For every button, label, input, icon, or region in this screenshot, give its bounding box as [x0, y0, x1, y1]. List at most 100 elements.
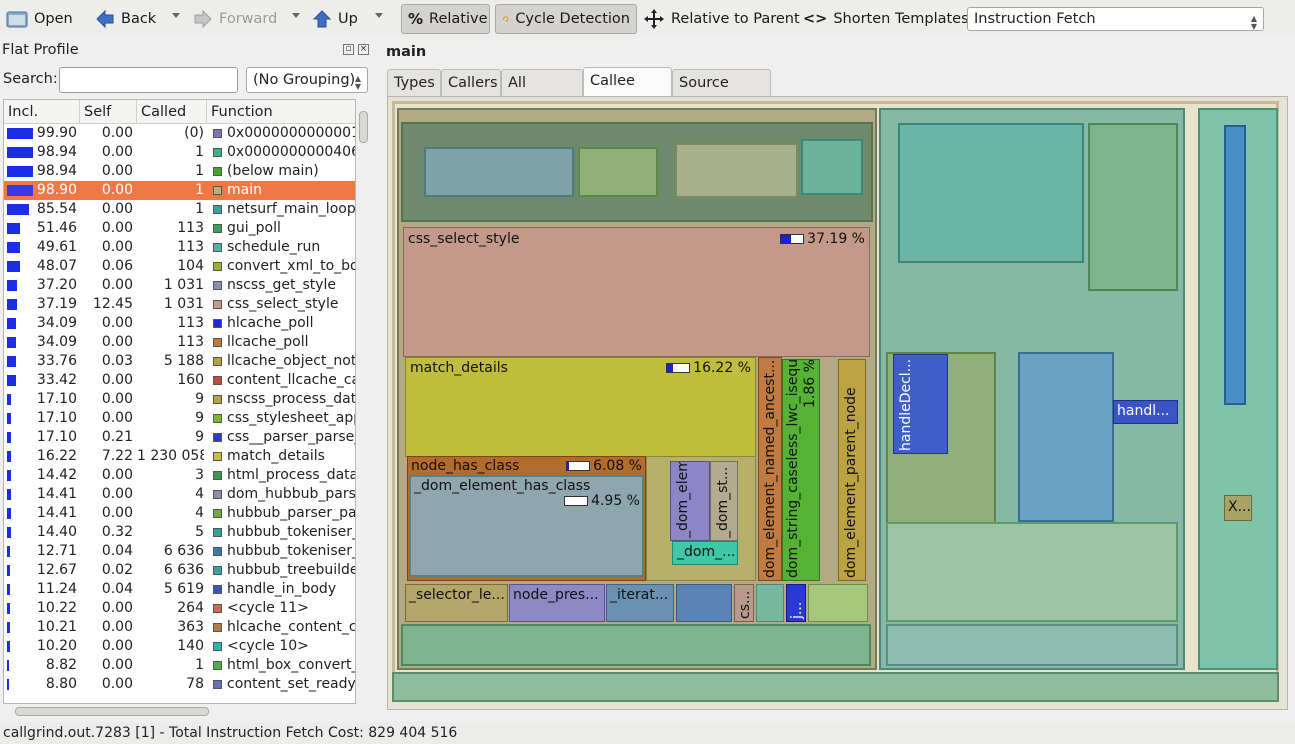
table-row[interactable]: 98.94 0.00 1 (below main) — [4, 162, 355, 181]
map-block-b[interactable] — [578, 147, 658, 197]
self-cell: 0.32 — [101, 524, 133, 540]
table-row[interactable]: 98.90 0.00 1 main — [4, 181, 355, 200]
incl-cell: 16.22 — [36, 448, 77, 464]
relative-to-parent-toggle[interactable]: Relative to Parent — [643, 4, 800, 34]
map-block-mid-e[interactable] — [886, 522, 1178, 622]
selected-function-title: main — [386, 44, 427, 60]
map-block-iterat[interactable]: _iterat... — [606, 584, 674, 622]
map-block-node-pres[interactable]: node_pres... — [509, 584, 605, 622]
map-block-cs[interactable]: cs... — [734, 584, 754, 622]
tab-callers[interactable]: Callers — [441, 69, 501, 97]
table-row[interactable]: 11.24 0.04 5 619 handle_in_body — [4, 580, 355, 599]
table-row[interactable]: 98.94 0.00 1 0x00000000004065 — [4, 143, 355, 162]
table-horizontal-scrollbar[interactable] — [3, 705, 356, 718]
table-row[interactable]: 37.19 12.45 1 031 css_select_style — [4, 295, 355, 314]
table-row[interactable]: 10.20 0.00 140 <cycle 10> — [4, 637, 355, 656]
table-row[interactable]: 33.42 0.00 160 content_llcache_ca — [4, 371, 355, 390]
map-block-x[interactable]: X... — [1224, 495, 1252, 521]
map-block-mid-b[interactable] — [1088, 123, 1178, 291]
column-header-self[interactable]: Self — [80, 100, 137, 124]
forward-dropdown-arrow-icon[interactable] — [292, 13, 300, 18]
table-row[interactable]: 14.41 0.00 4 dom_hubbub_parse — [4, 485, 355, 504]
search-input[interactable] — [59, 67, 238, 93]
table-row[interactable]: 10.21 0.00 363 hlcache_content_ca — [4, 618, 355, 637]
map-block-css-select-style[interactable]: css_select_style 37.19 % — [403, 227, 870, 357]
tab-all-callers[interactable]: All Callers — [501, 69, 583, 118]
table-row[interactable]: 14.41 0.00 4 hubbub_parser_par — [4, 504, 355, 523]
function-cell: css_stylesheet_app — [227, 410, 355, 426]
map-block-dom-st[interactable]: _dom_st... — [710, 461, 738, 541]
shorten-templates-toggle[interactable]: <> Shorten Templates — [803, 4, 969, 34]
map-block-misc-b[interactable] — [756, 584, 784, 622]
table-row[interactable]: 8.82 0.00 1 html_box_convert_ — [4, 656, 355, 675]
column-header-function[interactable]: Function — [207, 100, 355, 124]
relative-toggle[interactable]: % Relative — [401, 4, 490, 34]
table-row[interactable]: 34.09 0.00 113 hlcache_poll — [4, 314, 355, 333]
float-dock-icon[interactable]: ▫ — [343, 44, 354, 55]
table-row[interactable]: 12.67 0.02 6 636 hubbub_treebuilde — [4, 561, 355, 580]
map-block-misc-c[interactable] — [808, 584, 868, 622]
cycle-detection-toggle[interactable]: Cycle Detection — [495, 4, 637, 34]
map-block-match-details[interactable]: match_details 16.22 % — [405, 357, 756, 457]
move-arrows-icon — [644, 9, 664, 29]
table-row[interactable]: 34.09 0.00 113 llcache_poll — [4, 333, 355, 352]
up-dropdown-arrow-icon[interactable] — [375, 13, 383, 18]
map-block-handl[interactable]: handl... — [1113, 400, 1178, 424]
back-button[interactable]: Back — [95, 4, 156, 34]
map-block-dom-dots[interactable]: _dom_... — [672, 541, 738, 565]
map-block-misc-a[interactable] — [676, 584, 732, 622]
table-vertical-scrollbar[interactable] — [357, 99, 370, 704]
table-row[interactable]: 37.20 0.00 1 031 nscss_get_style — [4, 276, 355, 295]
map-block-named-ancest[interactable]: dom_element_named_ancest... — [758, 357, 782, 581]
table-row[interactable]: 17.10 0.21 9 css__parser_parse_ — [4, 428, 355, 447]
table-row[interactable]: 12.71 0.04 6 636 hubbub_tokeniser_ — [4, 542, 355, 561]
map-block-parent-node[interactable]: dom_element_parent_node — [838, 359, 866, 581]
map-block-mid-a[interactable] — [898, 123, 1084, 263]
up-button[interactable]: Up — [312, 4, 358, 34]
table-row[interactable]: 8.80 0.00 78 content_set_ready — [4, 675, 355, 694]
map-block-d[interactable] — [801, 139, 863, 195]
open-button[interactable]: Open — [6, 4, 73, 34]
map-block-j[interactable]: j... — [786, 584, 806, 622]
table-row[interactable]: 14.42 0.00 3 html_process_data — [4, 466, 355, 485]
table-row[interactable]: 10.22 0.00 264 <cycle 11> — [4, 599, 355, 618]
called-cell: 78 — [186, 676, 204, 692]
function-cell: css_select_style — [227, 296, 339, 312]
tab-source-code[interactable]: Source Code — [672, 69, 771, 118]
map-block-mid-f[interactable] — [886, 624, 1178, 666]
grouping-select[interactable]: (No Grouping) ▲ ▼ — [246, 67, 368, 93]
table-row[interactable]: 16.22 7.22 1 230 058 match_details — [4, 447, 355, 466]
column-header-called[interactable]: Called — [137, 100, 207, 124]
vertical-scroll-thumb[interactable] — [359, 111, 368, 143]
map-block-mid-d[interactable] — [1018, 352, 1114, 522]
close-dock-icon[interactable]: × — [358, 44, 369, 55]
self-cell: 0.06 — [101, 258, 133, 274]
table-row[interactable]: 99.90 0.00 (0) 0x00000000000016 — [4, 124, 355, 143]
table-row[interactable]: 17.10 0.00 9 css_stylesheet_app — [4, 409, 355, 428]
column-header-incl[interactable]: Incl. — [4, 100, 80, 124]
table-row[interactable]: 48.07 0.06 104 convert_xml_to_bo — [4, 257, 355, 276]
map-block-right-bar[interactable] — [1224, 125, 1246, 405]
table-row[interactable]: 33.76 0.03 5 188 llcache_object_noti — [4, 352, 355, 371]
tab-types[interactable]: Types — [387, 69, 441, 97]
table-row[interactable]: 49.61 0.00 113 schedule_run — [4, 238, 355, 257]
map-block-handle-decl[interactable]: handleDecl... — [893, 354, 948, 454]
map-block-dom-element[interactable]: _dom_element... — [670, 461, 710, 541]
back-dropdown-arrow-icon[interactable] — [172, 13, 180, 18]
map-block-c[interactable] — [675, 143, 798, 198]
table-row[interactable]: 85.54 0.00 1 netsurf_main_loop — [4, 200, 355, 219]
map-block-string-caseless[interactable]: dom_string_caseless_lwc_isequal 1.86 % — [782, 359, 820, 581]
map-block-dom-element-has-class[interactable]: _dom_element_has_class 4.95 % — [409, 475, 644, 577]
tab-callee-map[interactable]: Callee Map — [583, 67, 672, 116]
map-block-selector-le[interactable]: _selector_le... — [405, 584, 508, 622]
table-row[interactable]: 17.10 0.00 9 nscss_process_data — [4, 390, 355, 409]
horizontal-scroll-thumb[interactable] — [15, 707, 209, 716]
forward-button[interactable]: Forward — [193, 4, 277, 34]
table-row[interactable]: 14.40 0.32 5 hubbub_tokeniser_ — [4, 523, 355, 542]
map-block-bottom-strip[interactable] — [392, 672, 1279, 702]
map-block-bottom-left[interactable] — [401, 624, 871, 666]
map-block-a[interactable] — [424, 147, 574, 197]
callee-map[interactable]: css_select_style 37.19 % match_details 1… — [387, 96, 1288, 710]
event-type-select[interactable]: Instruction Fetch ▲ ▼ — [967, 7, 1264, 31]
table-row[interactable]: 51.46 0.00 113 gui_poll — [4, 219, 355, 238]
